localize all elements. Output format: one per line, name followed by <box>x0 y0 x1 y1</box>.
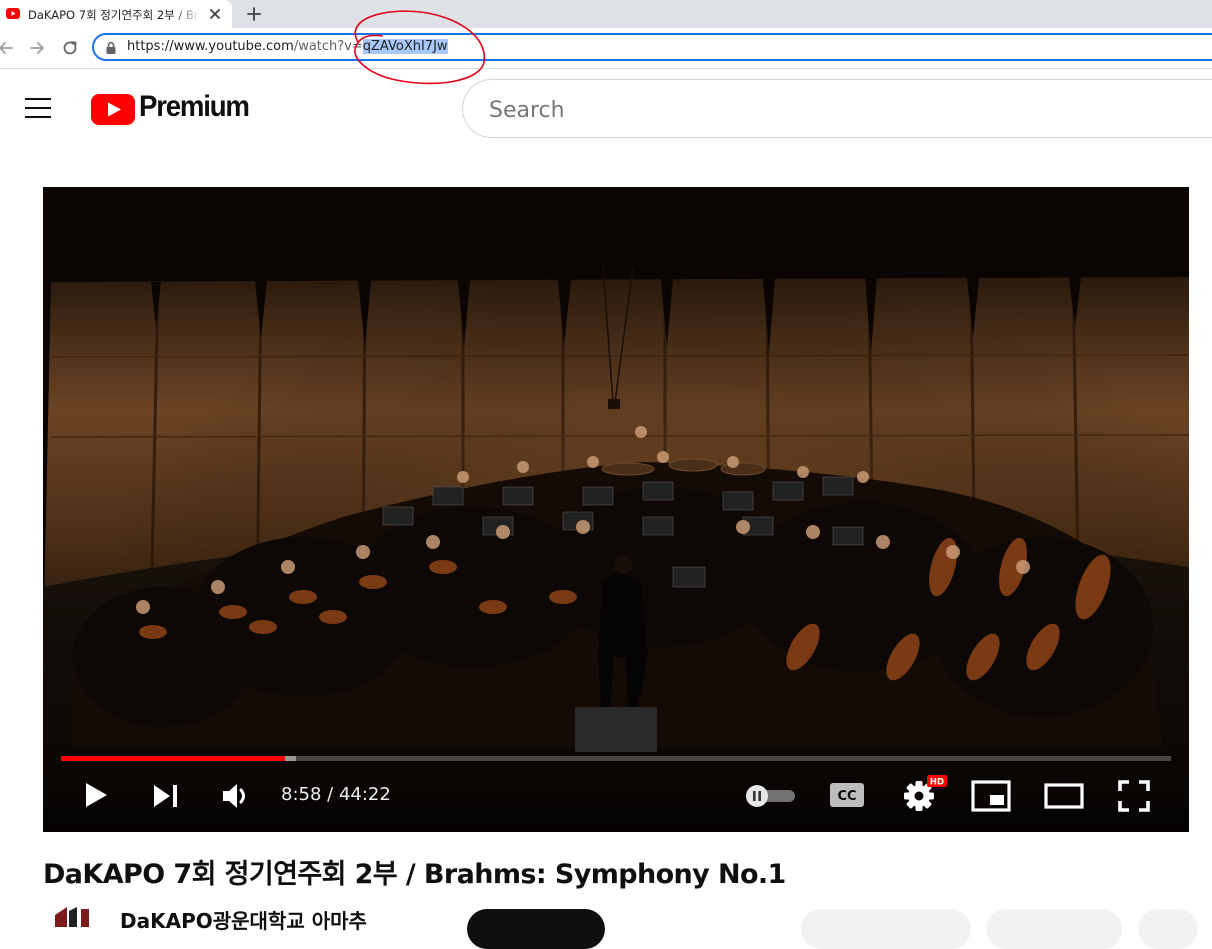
browser-tab[interactable]: DaKAPO 7회 정기연주회 2부 / Brahms: Symphony No… <box>0 0 232 28</box>
time-total: 44:22 <box>338 784 391 805</box>
share-button[interactable] <box>986 909 1122 949</box>
browser-tab-strip: DaKAPO 7회 정기연주회 2부 / Brahms: Symphony No… <box>0 0 1212 28</box>
video-player[interactable]: 8:58 / 44:22 CC HD <box>43 187 1189 832</box>
back-icon[interactable] <box>0 39 15 57</box>
download-button[interactable] <box>1138 909 1198 949</box>
progress-bar[interactable] <box>61 756 1171 761</box>
time-display: 8:58 / 44:22 <box>281 784 391 805</box>
new-tab-icon[interactable] <box>245 5 263 23</box>
youtube-favicon-icon <box>6 8 20 19</box>
lock-icon[interactable] <box>105 41 117 55</box>
subscribe-button[interactable] <box>467 909 605 949</box>
volume-icon[interactable] <box>221 781 253 811</box>
theater-mode-icon[interactable] <box>1044 782 1084 810</box>
close-tab-icon[interactable] <box>208 7 222 21</box>
premium-logo-text[interactable]: Premium <box>139 90 250 124</box>
url-selected-video-id: qZAVoXhI7Jw <box>362 39 448 54</box>
progress-played <box>61 756 286 761</box>
url-text[interactable]: https://www.youtube.com/watch?v=qZAVoXhI… <box>127 39 448 54</box>
tab-title: DaKAPO 7회 정기연주회 2부 / Brahms: Symphony No… <box>28 8 200 22</box>
settings-gear-icon[interactable]: HD <box>901 774 951 814</box>
miniplayer-icon[interactable] <box>971 780 1011 812</box>
channel-name[interactable]: DaKAPO광운대학교 아마추 <box>120 905 367 934</box>
video-title: DaKAPO 7회 정기연주회 2부 / Brahms: Symphony No… <box>43 859 786 890</box>
fullscreen-icon[interactable] <box>1117 779 1151 813</box>
reload-icon[interactable] <box>61 39 79 57</box>
search-box[interactable] <box>462 79 1212 138</box>
next-icon[interactable] <box>151 782 181 810</box>
url-path: /watch?v= <box>293 39 363 54</box>
url-host: https://www.youtube.com <box>127 39 294 54</box>
address-bar[interactable]: https://www.youtube.com/watch?v=qZAVoXhI… <box>92 33 1212 61</box>
youtube-logo-icon[interactable] <box>91 94 135 125</box>
autoplay-toggle-icon[interactable] <box>743 785 797 807</box>
menu-icon[interactable] <box>24 96 52 120</box>
channel-avatar[interactable] <box>55 907 93 927</box>
video-frame-orchestra-stage <box>43 187 1189 832</box>
captions-label: CC <box>837 789 856 804</box>
hd-badge: HD <box>930 778 944 788</box>
browser-toolbar: https://www.youtube.com/watch?v=qZAVoXhI… <box>0 28 1212 69</box>
time-separator: / <box>321 784 339 805</box>
forward-icon[interactable] <box>28 39 46 57</box>
captions-icon[interactable]: CC <box>829 782 865 808</box>
play-icon[interactable] <box>81 780 111 810</box>
time-current: 8:58 <box>281 784 322 805</box>
search-input[interactable] <box>487 94 1091 126</box>
like-dislike-button[interactable] <box>801 909 971 949</box>
